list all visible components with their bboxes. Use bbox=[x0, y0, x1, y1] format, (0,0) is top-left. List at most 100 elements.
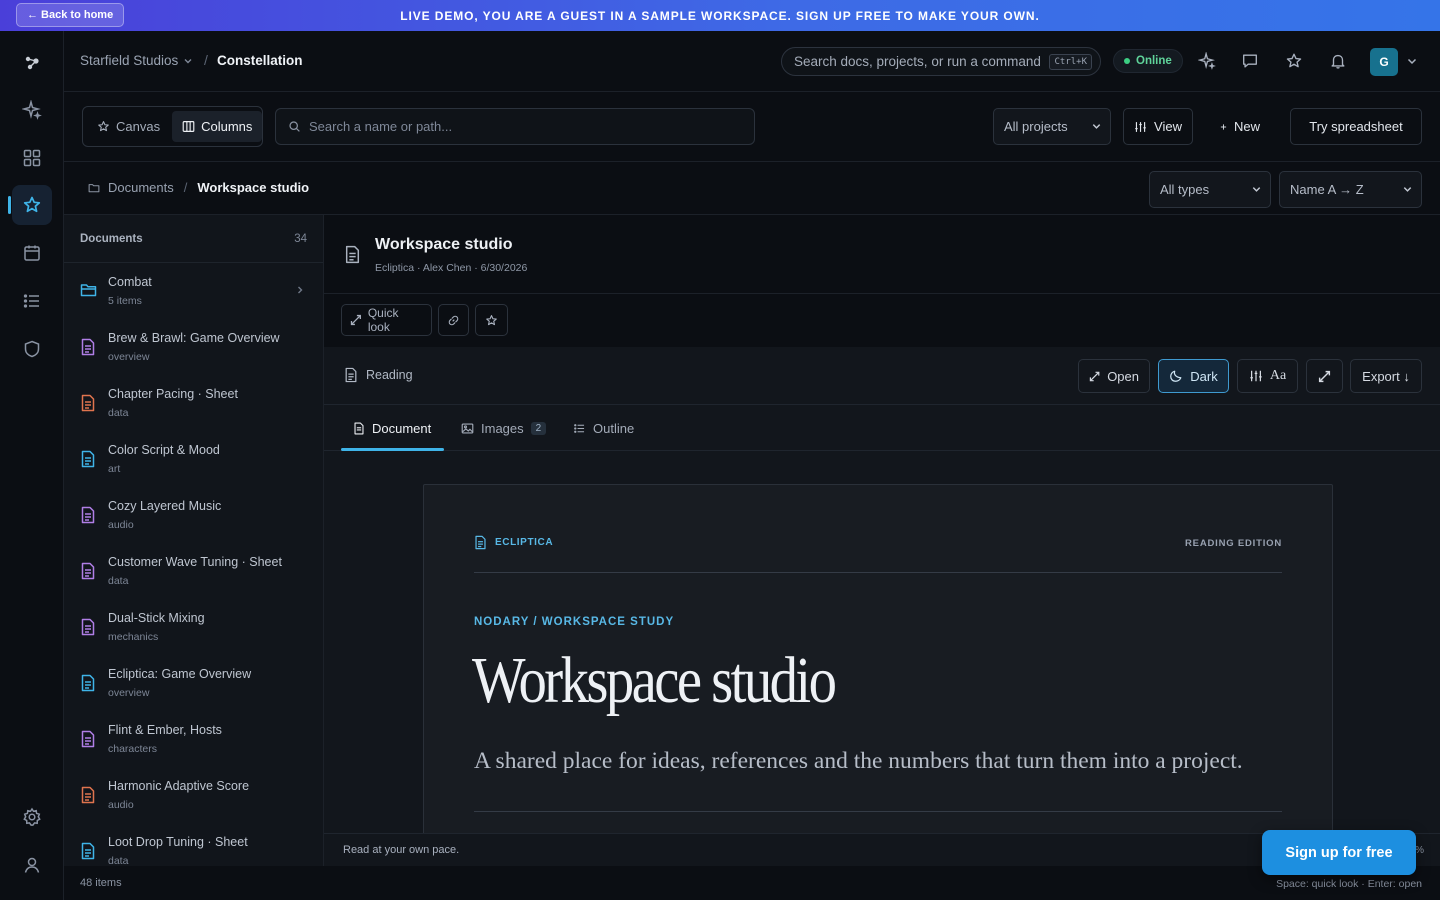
divider bbox=[474, 572, 1282, 573]
type-filter-select[interactable]: All types bbox=[1149, 171, 1271, 208]
list-item[interactable]: Brew & Brawl: Game Overview overview bbox=[64, 319, 323, 375]
tab-images-label: Images bbox=[481, 420, 524, 436]
view-switcher: Canvas Columns bbox=[82, 106, 263, 147]
copy-link-button[interactable] bbox=[438, 304, 469, 336]
export-button[interactable]: Export ↓ bbox=[1350, 359, 1422, 393]
quick-look-button[interactable]: Quick look bbox=[341, 304, 432, 336]
tab-document[interactable]: Document bbox=[341, 405, 443, 451]
path-search-input[interactable]: Search a name or path... bbox=[275, 108, 755, 145]
breadcrumb-current: Workspace studio bbox=[197, 180, 310, 195]
view-options-label: View bbox=[1154, 119, 1182, 134]
document-actions: Quick look bbox=[324, 294, 1440, 347]
list-item[interactable]: Loot Drop Tuning · Sheet data bbox=[64, 823, 323, 866]
sort-select[interactable]: Name A → Z bbox=[1279, 171, 1422, 208]
new-button-label: New bbox=[1233, 119, 1260, 134]
chevron-down-icon bbox=[184, 58, 192, 63]
list-item-name: Customer Wave Tuning · Sheet bbox=[108, 555, 282, 569]
document-list: Combat 5 items Brew & Brawl: Game Overview… bbox=[64, 263, 323, 866]
list-item[interactable]: Ecliptica: Game Overview overview bbox=[64, 655, 323, 711]
list-item-text: Dual-Stick Mixing mechanics bbox=[108, 611, 205, 643]
grid-icon[interactable] bbox=[12, 138, 52, 178]
sparkles-icon[interactable] bbox=[12, 90, 52, 130]
document-icon bbox=[80, 842, 96, 860]
status-badge: Online bbox=[1113, 49, 1183, 73]
edition-label: READING EDITION bbox=[1185, 538, 1282, 549]
view-toolbar: Canvas Columns Search a name or path... … bbox=[64, 92, 1440, 162]
list-icon[interactable] bbox=[12, 281, 52, 321]
document-icon bbox=[80, 730, 96, 748]
sign-up-button[interactable]: Sign up for free bbox=[1262, 830, 1416, 875]
canvas-view-button[interactable]: Canvas bbox=[87, 111, 170, 142]
keyboard-hint: Space: quick look · Enter: open bbox=[1276, 878, 1422, 890]
moon-icon bbox=[1170, 370, 1182, 382]
project-name[interactable]: Constellation bbox=[217, 53, 303, 68]
favorite-button[interactable] bbox=[475, 304, 508, 336]
try-spreadsheet-button[interactable]: Try spreadsheet bbox=[1290, 108, 1422, 145]
reader-toolbar: Reading Open Dark Aa Export ↓ bbox=[324, 347, 1440, 405]
logo-icon[interactable] bbox=[12, 43, 52, 83]
breadcrumb-separator: / bbox=[204, 52, 208, 68]
new-button[interactable]: New bbox=[1209, 108, 1271, 145]
avatar[interactable]: G bbox=[1370, 48, 1398, 76]
document-viewport[interactable]: ECLIPTICA READING EDITION NODARY / WORKS… bbox=[324, 452, 1440, 833]
breadcrumb-separator: / bbox=[183, 180, 188, 195]
items-count: 48 items bbox=[80, 877, 122, 889]
org-switcher[interactable]: Starfield Studios bbox=[80, 53, 194, 68]
chat-icon[interactable] bbox=[1239, 50, 1261, 72]
plus-icon bbox=[1220, 123, 1227, 130]
folder-item[interactable]: Combat 5 items bbox=[64, 263, 323, 319]
icon-rail bbox=[0, 31, 64, 900]
list-item-name: Cozy Layered Music bbox=[108, 499, 222, 513]
document-icon bbox=[80, 338, 96, 356]
list-item-subtitle: data bbox=[108, 407, 129, 419]
command-search-input[interactable]: Search docs, projects, or run a command … bbox=[781, 47, 1101, 76]
settings-icon[interactable] bbox=[12, 797, 52, 837]
list-item-subtitle: data bbox=[108, 855, 129, 866]
columns-view-button[interactable]: Columns bbox=[172, 111, 263, 142]
document-page: ECLIPTICA READING EDITION NODARY / WORKS… bbox=[423, 484, 1333, 833]
chevron-down-icon bbox=[1092, 124, 1101, 129]
list-item[interactable]: Chapter Pacing · Sheet data bbox=[64, 375, 323, 431]
back-to-home-button[interactable]: ← Back to home bbox=[16, 3, 125, 27]
breadcrumb-bar: Documents / Workspace studio All types N… bbox=[64, 162, 1440, 215]
shield-icon[interactable] bbox=[12, 329, 52, 369]
dark-theme-button[interactable]: Dark bbox=[1158, 359, 1229, 393]
open-button[interactable]: Open bbox=[1078, 359, 1150, 393]
list-item-subtitle: art bbox=[108, 463, 121, 475]
list-item[interactable]: Dual-Stick Mixing mechanics bbox=[64, 599, 323, 655]
folder-icon bbox=[80, 282, 97, 300]
typography-button[interactable]: Aa bbox=[1237, 359, 1298, 393]
document-icon bbox=[80, 394, 96, 412]
demo-banner: ← Back to home LIVE DEMO, YOU ARE A GUES… bbox=[0, 0, 1440, 31]
view-options-button[interactable]: View bbox=[1123, 108, 1193, 145]
list-item[interactable]: Customer Wave Tuning · Sheet data bbox=[64, 543, 323, 599]
tab-outline-label: Outline bbox=[593, 420, 635, 436]
calendar-icon[interactable] bbox=[12, 233, 52, 273]
folder-icon bbox=[88, 183, 100, 192]
list-item-subtitle: overview bbox=[108, 351, 150, 363]
constellation-icon[interactable] bbox=[12, 185, 52, 225]
breadcrumb: Documents / Workspace studio bbox=[88, 180, 309, 195]
chevron-down-icon[interactable] bbox=[1406, 55, 1418, 67]
list-item-name: Color Script & Mood bbox=[108, 443, 220, 457]
sparkle-icon[interactable] bbox=[1196, 50, 1218, 72]
breadcrumb-root[interactable]: Documents bbox=[108, 180, 174, 195]
star-icon[interactable] bbox=[1283, 50, 1305, 72]
list-item[interactable]: Color Script & Mood art bbox=[64, 431, 323, 487]
user-icon[interactable] bbox=[12, 845, 52, 885]
list-item[interactable]: Harmonic Adaptive Score audio bbox=[64, 767, 323, 823]
font-size-label: Aa bbox=[1269, 368, 1287, 383]
list-item[interactable]: Flint & Ember, Hosts characters bbox=[64, 711, 323, 767]
projects-select[interactable]: All projects bbox=[993, 108, 1111, 145]
tab-outline[interactable]: Outline bbox=[561, 405, 646, 451]
link-icon bbox=[448, 315, 459, 325]
bell-icon[interactable] bbox=[1327, 50, 1349, 72]
list-item[interactable]: Cozy Layered Music audio bbox=[64, 487, 323, 543]
columns-view-label: Columns bbox=[201, 119, 253, 134]
list-item-subtitle: audio bbox=[108, 799, 134, 811]
tab-images[interactable]: Images 2 bbox=[449, 405, 558, 451]
active-tab-indicator bbox=[341, 448, 444, 451]
fullscreen-button[interactable] bbox=[1306, 359, 1343, 393]
sort-select-value: Name A → Z bbox=[1290, 182, 1364, 197]
tab-images-badge: 2 bbox=[530, 421, 547, 435]
